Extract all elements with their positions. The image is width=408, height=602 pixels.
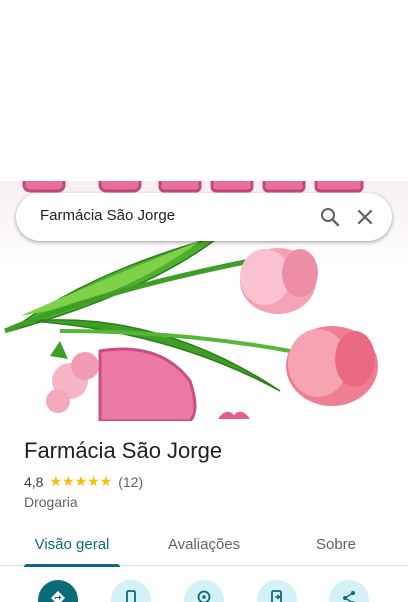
phone-icon xyxy=(126,590,136,602)
send-to-phone-button[interactable] xyxy=(257,580,297,602)
share-button[interactable] xyxy=(329,580,369,602)
send-to-phone-icon xyxy=(271,590,282,602)
place-category[interactable]: Drogaria xyxy=(24,494,78,510)
tab-label: Avaliações xyxy=(167,535,241,553)
map-area-blank xyxy=(0,0,408,181)
place-title: Farmácia São Jorge xyxy=(24,438,223,463)
close-icon[interactable] xyxy=(353,205,377,229)
review-count[interactable]: (12) xyxy=(118,474,143,490)
tab-label: Sobre xyxy=(315,535,357,553)
map-pin-icon xyxy=(197,590,211,602)
tab-label: Visão geral xyxy=(34,535,110,553)
rating-row[interactable]: 4,8 ★★★★★ (12) xyxy=(24,473,143,490)
rating-stars: ★★★★★ xyxy=(49,473,113,489)
place-tabs: Visão geral Avaliações Sobre xyxy=(0,522,408,567)
nearby-button[interactable] xyxy=(184,580,224,602)
search-bar[interactable]: Farmácia São Jorge xyxy=(16,193,392,241)
search-icon[interactable] xyxy=(318,205,342,229)
search-query-text[interactable]: Farmácia São Jorge xyxy=(40,207,175,224)
share-icon xyxy=(343,591,355,602)
rating-value: 4,8 xyxy=(24,473,44,490)
tab-visao-geral[interactable]: Visão geral xyxy=(24,522,120,567)
call-button[interactable] xyxy=(111,580,151,602)
action-buttons-row xyxy=(0,578,408,602)
active-tab-indicator xyxy=(24,564,120,567)
directions-button[interactable] xyxy=(38,580,78,602)
tab-sobre[interactable]: Sobre xyxy=(306,522,366,566)
directions-icon xyxy=(51,591,65,602)
tab-avaliacoes[interactable]: Avaliações xyxy=(158,522,250,566)
